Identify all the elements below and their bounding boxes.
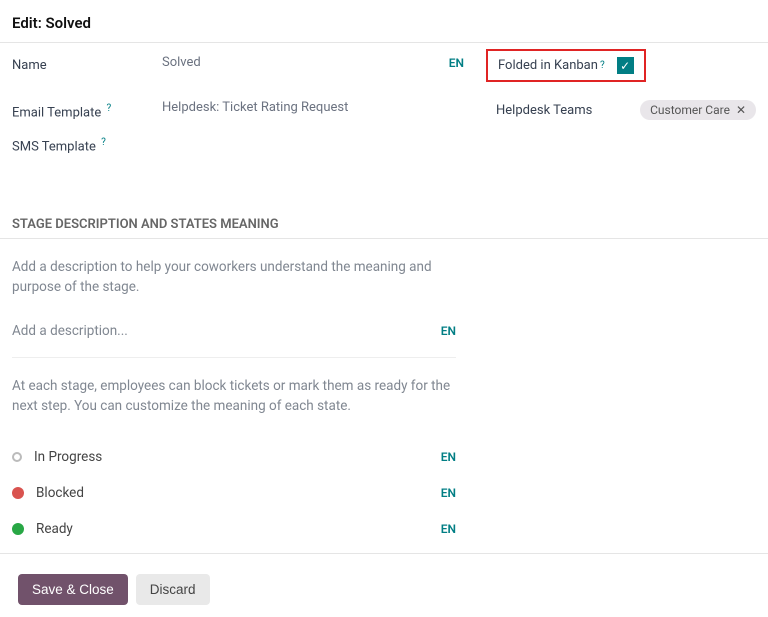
name-input[interactable]: Solved [162,55,441,70]
state-name-input[interactable]: In Progress [34,449,433,465]
state-row: In Progress EN [12,439,456,475]
fold-highlight: Folded in Kanban ? ✓ [486,49,646,82]
dialog-footer: Save & Close Discard [0,554,768,617]
status-dot-icon[interactable] [12,452,22,462]
lang-button-state[interactable]: EN [441,522,456,536]
discard-button[interactable]: Discard [136,574,210,605]
email-template-input[interactable]: Helpdesk: Ticket Rating Request [162,100,464,115]
lang-button-state[interactable]: EN [441,450,456,464]
dialog-header: Edit: Solved [0,0,768,43]
help-icon[interactable]: ? [600,60,605,71]
section-title: STAGE DESCRIPTION AND STATES MEANING [0,211,768,238]
status-dot-icon[interactable] [12,487,24,499]
lang-button-desc[interactable]: EN [441,324,456,338]
state-name-input[interactable]: Blocked [36,485,433,501]
right-teams: Helpdesk Teams Customer Care ✕ [496,100,756,120]
value-email: Helpdesk: Ticket Rating Request [162,100,464,115]
state-row: Blocked EN [12,475,456,511]
close-icon[interactable]: ✕ [736,103,746,117]
row-name-and-fold: Name Solved EN Folded in Kanban ? ✓ [12,55,756,86]
hint-states: At each stage, employees can block ticke… [12,376,456,417]
lang-button-state[interactable]: EN [441,486,456,500]
lang-button-name[interactable]: EN [449,56,464,70]
description-input[interactable]: Add a description... [12,323,433,339]
help-icon[interactable]: ? [101,137,106,148]
folded-checkbox[interactable]: ✓ [617,57,634,74]
help-icon[interactable]: ? [107,103,112,114]
hint-description: Add a description to help your coworkers… [12,257,456,298]
state-row: Ready EN [12,511,456,547]
save-button[interactable]: Save & Close [18,574,128,605]
value-name: Solved EN [162,55,464,70]
label-email: Email Template ? [12,100,162,120]
label-sms-text: SMS Template [12,140,96,155]
right-fold: Folded in Kanban ? ✓ [496,55,756,86]
label-helpdesk-teams: Helpdesk Teams [496,103,640,118]
check-icon: ✓ [620,59,630,73]
form-content: Name Solved EN Folded in Kanban ? ✓ Emai… [0,43,768,181]
section-body: Add a description to help your coworkers… [0,239,468,547]
label-name: Name [12,55,162,73]
label-sms: SMS Template ? [12,134,162,154]
label-email-text: Email Template [12,105,101,120]
status-dot-icon[interactable] [12,523,24,535]
team-tag[interactable]: Customer Care ✕ [640,100,756,120]
description-row: Add a description... EN [12,319,456,358]
row-sms: SMS Template ? [12,134,756,154]
row-email-and-teams: Email Template ? Helpdesk: Ticket Rating… [12,100,756,120]
label-folded: Folded in Kanban [498,58,598,73]
dialog-title: Edit: Solved [12,14,756,32]
team-tag-label: Customer Care [650,103,730,117]
state-name-input[interactable]: Ready [36,521,433,537]
states-list: In Progress EN Blocked EN Ready EN [12,439,456,547]
